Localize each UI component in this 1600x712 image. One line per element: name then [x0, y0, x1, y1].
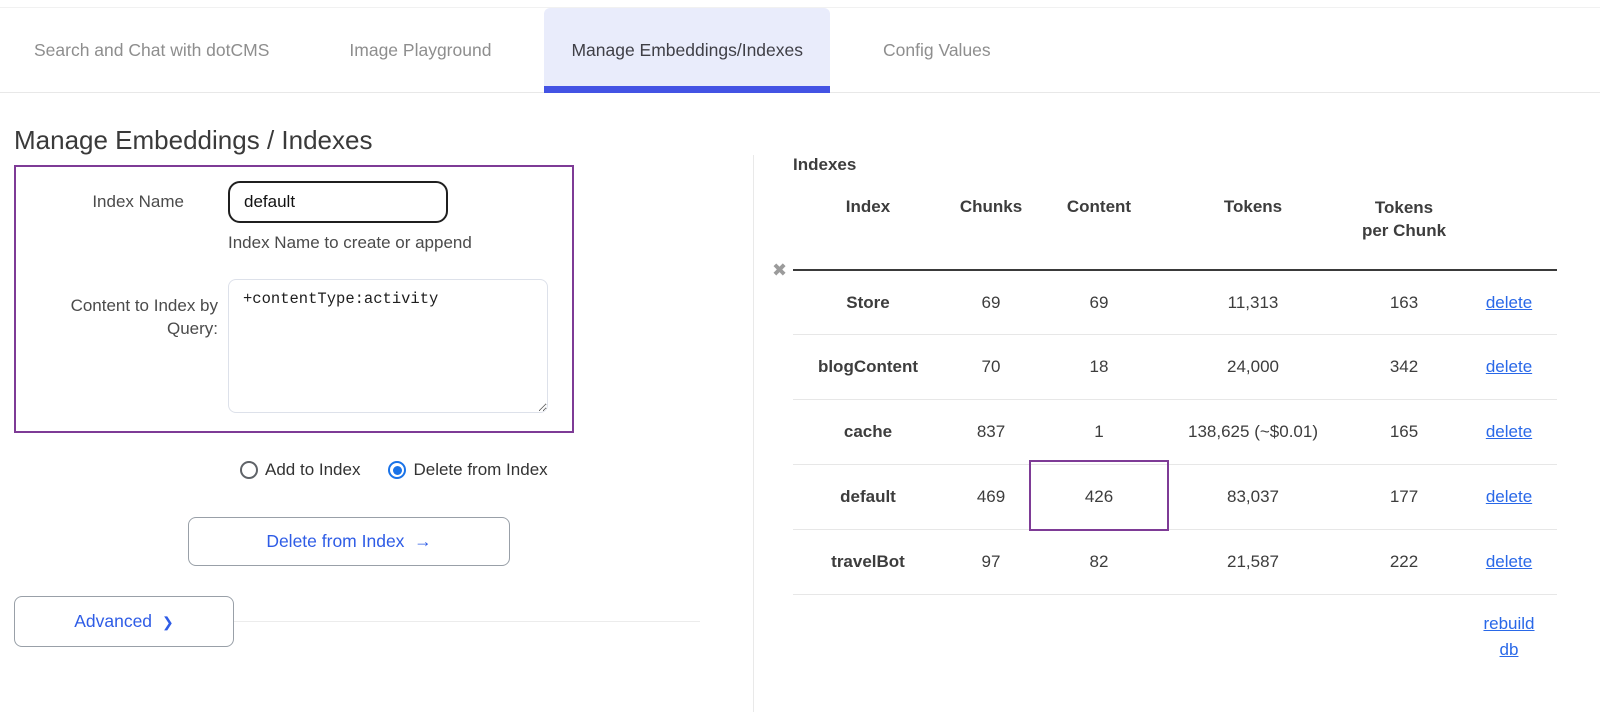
delete-from-index-label: Delete from Index	[413, 460, 547, 480]
tokens-per-chunk-cell: 177	[1347, 465, 1461, 530]
arrow-right-icon: →	[414, 531, 432, 551]
embeddings-form-panel: Manage Embeddings / Indexes Index Name I…	[0, 93, 753, 712]
delete-link[interactable]: delete	[1486, 422, 1532, 441]
delete-link[interactable]: delete	[1486, 293, 1532, 312]
delete-link[interactable]: delete	[1486, 487, 1532, 506]
tab-image-playground[interactable]: Image Playground	[322, 8, 518, 92]
col-header-content: Content	[1039, 187, 1159, 270]
query-label: Content to Index by Query:	[16, 279, 228, 413]
table-row: blogContent 70 18 24,000 342 delete	[793, 335, 1557, 400]
index-name-label: Index Name	[16, 181, 228, 253]
chunks-cell: 837	[943, 400, 1039, 465]
indexes-table: Index Chunks Content Tokens Tokens per C…	[793, 187, 1557, 595]
chunks-cell: 469	[943, 465, 1039, 530]
content-cell-highlighted: 426	[1039, 465, 1159, 530]
chunks-cell: 69	[943, 270, 1039, 335]
index-name-cell: blogContent	[793, 335, 943, 400]
chunks-cell: 97	[943, 530, 1039, 595]
col-header-index: Index	[793, 187, 943, 270]
index-name-cell: default	[793, 465, 943, 530]
table-header-row: Index Chunks Content Tokens Tokens per C…	[793, 187, 1557, 270]
delete-link[interactable]: delete	[1486, 552, 1532, 571]
indexes-panel: Indexes ✖ Index Chunks Content Tokens To…	[753, 93, 1600, 712]
tokens-per-chunk-cell: 342	[1347, 335, 1461, 400]
horizontal-divider	[234, 621, 700, 622]
advanced-button[interactable]: Advanced ❯	[14, 596, 234, 647]
content-cell: 82	[1039, 530, 1159, 595]
radio-unselected-icon[interactable]	[240, 461, 258, 479]
table-row: cache 837 1 138,625 (~$0.01) 165 delete	[793, 400, 1557, 465]
content-cell: 18	[1039, 335, 1159, 400]
content-cell: 1	[1039, 400, 1159, 465]
tokens-cell: 11,313	[1159, 270, 1347, 335]
tab-bar: Search and Chat with dotCMS Image Playgr…	[0, 8, 1600, 93]
chevron-right-icon: ❯	[162, 614, 174, 630]
close-icon[interactable]: ✖	[772, 261, 787, 279]
table-row: travelBot 97 82 21,587 222 delete	[793, 530, 1557, 595]
indexes-title: Indexes	[793, 155, 1600, 175]
add-to-index-label: Add to Index	[265, 460, 360, 480]
tokens-cell: 21,587	[1159, 530, 1347, 595]
index-name-cell: travelBot	[793, 530, 943, 595]
tab-search-and-chat[interactable]: Search and Chat with dotCMS	[7, 8, 296, 92]
content-cell: 69	[1039, 270, 1159, 335]
delete-from-index-radio[interactable]: Delete from Index	[388, 460, 547, 480]
delete-link[interactable]: delete	[1486, 357, 1532, 376]
index-name-cell: Store	[793, 270, 943, 335]
page-title: Manage Embeddings / Indexes	[14, 125, 753, 156]
tokens-cell: 138,625 (~$0.01)	[1159, 400, 1347, 465]
query-textarea[interactable]: +contentType:activity	[228, 279, 548, 413]
tokens-cell: 83,037	[1159, 465, 1347, 530]
tokens-per-chunk-cell: 163	[1347, 270, 1461, 335]
tab-config-values[interactable]: Config Values	[856, 8, 1018, 92]
rebuild-db-link[interactable]: rebuild db	[1478, 611, 1540, 662]
index-name-cell: cache	[793, 400, 943, 465]
tokens-cell: 24,000	[1159, 335, 1347, 400]
table-row: default 469 426 83,037 177 delete	[793, 465, 1557, 530]
col-header-actions	[1461, 187, 1557, 270]
table-footer: rebuild db	[793, 611, 1557, 662]
index-name-input[interactable]	[228, 181, 448, 223]
index-name-help: Index Name to create or append	[228, 233, 472, 253]
tokens-per-chunk-cell: 222	[1347, 530, 1461, 595]
main-content: Manage Embeddings / Indexes Index Name I…	[0, 93, 1600, 712]
advanced-button-label: Advanced	[74, 611, 152, 631]
index-action-radios: Add to Index Delete from Index	[14, 460, 753, 480]
tokens-per-chunk-cell: 165	[1347, 400, 1461, 465]
col-header-chunks: Chunks	[943, 187, 1039, 270]
advanced-section: Advanced ❯	[14, 596, 753, 647]
col-header-tokens-per-chunk: Tokens per Chunk	[1347, 187, 1461, 270]
submit-button-label: Delete from Index	[266, 531, 404, 551]
chunks-cell: 70	[943, 335, 1039, 400]
col-header-tokens: Tokens	[1159, 187, 1347, 270]
indexes-table-wrap: ✖ Index Chunks Content Tokens Tokens per…	[793, 187, 1557, 662]
table-row: Store 69 69 11,313 163 delete	[793, 270, 1557, 335]
add-to-index-radio[interactable]: Add to Index	[240, 460, 360, 480]
index-form-box: Index Name Index Name to create or appen…	[14, 165, 574, 433]
radio-selected-icon[interactable]	[388, 461, 406, 479]
top-border	[0, 0, 1600, 8]
delete-from-index-button[interactable]: Delete from Index →	[188, 517, 510, 566]
tab-manage-embeddings[interactable]: Manage Embeddings/Indexes	[544, 8, 830, 92]
